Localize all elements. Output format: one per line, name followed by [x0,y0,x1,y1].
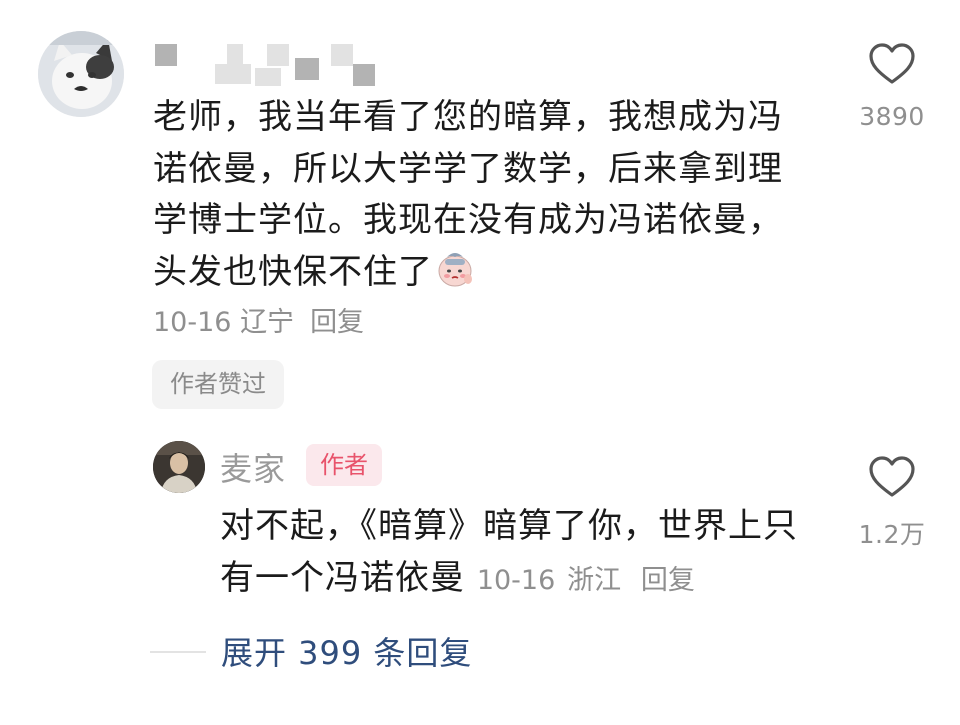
reply-like-group: 1.2万 [842,455,942,551]
heart-icon[interactable] [868,455,916,499]
reply-author-name[interactable]: 麦家 [220,444,286,490]
comment-meta: 10-16 辽宁 回复 [153,300,364,339]
commenter-avatar[interactable] [38,31,124,117]
expand-divider [150,651,206,653]
person-avatar-icon [153,441,205,493]
cat-avatar-icon [38,31,124,117]
comment-date: 10-16 [153,307,232,338]
reply-like-count: 1.2万 [858,520,926,549]
sweating-face-emoji-icon [435,249,475,289]
reply-date: 10-16 [476,565,556,596]
comment-like-count: 3890 [859,102,925,131]
reply-location: 浙江 [567,565,622,596]
reply-author-avatar[interactable] [153,441,205,493]
comment-thread: 老师，我当年看了您的暗算，我想成为冯诺依曼，所以大学学了数学，后来拿到理学博士学… [0,0,960,725]
comment-location: 辽宁 [240,307,295,338]
comment-reply-button[interactable]: 回复 [310,307,364,338]
comment-like-group: 3890 [842,42,942,131]
heart-icon[interactable] [868,42,916,86]
author-badge: 作者 [306,444,382,486]
author-liked-badge: 作者赞过 [152,360,284,409]
reply-reply-button[interactable]: 回复 [641,565,695,596]
expand-replies-button[interactable]: 展开 399 条回复 [221,628,472,674]
reply-body: 对不起，《暗算》暗算了你，世界上只有一个冯诺依曼 10-16 浙江 回复 [220,500,830,607]
comment-body: 老师，我当年看了您的暗算，我想成为冯诺依曼，所以大学学了数学，后来拿到理学博士学… [153,92,813,298]
username-mosaic [155,42,395,88]
